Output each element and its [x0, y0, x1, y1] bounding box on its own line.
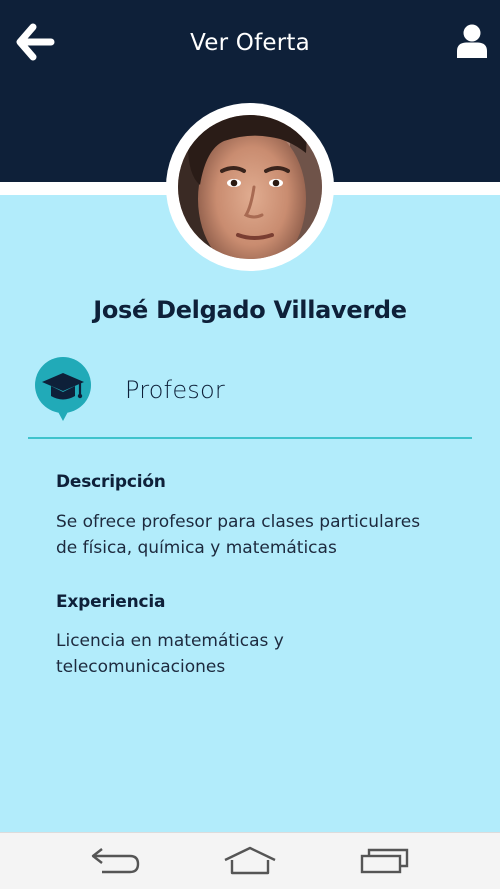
- arrow-left-icon: [16, 23, 55, 61]
- description-text: Se ofrece profesor para clases particula…: [56, 512, 421, 558]
- description-heading: Descripción: [56, 472, 166, 492]
- graduation-cap-icon: [35, 357, 91, 421]
- section-divider: [28, 437, 472, 439]
- experience-heading: Experiencia: [56, 592, 166, 612]
- offer-category: Profesor: [125, 376, 225, 404]
- nav-home-button[interactable]: [220, 845, 280, 877]
- nav-recents-button[interactable]: [355, 845, 415, 877]
- system-navigation-bar: [0, 832, 500, 889]
- experience-text: Licencia en matemáticas y telecomunicaci…: [56, 631, 284, 677]
- avatar: [178, 115, 322, 259]
- avatar-photo: [178, 115, 322, 259]
- nav-home-icon: [224, 846, 276, 875]
- user-icon: [457, 24, 487, 58]
- profile-name: José Delgado Villaverde: [93, 296, 407, 324]
- page-title: Ver Oferta: [190, 30, 310, 56]
- back-button[interactable]: [14, 22, 56, 62]
- nav-back-icon: [91, 848, 140, 874]
- nav-recents-icon: [360, 848, 409, 874]
- profile-button[interactable]: [452, 20, 492, 62]
- nav-back-button[interactable]: [85, 845, 145, 877]
